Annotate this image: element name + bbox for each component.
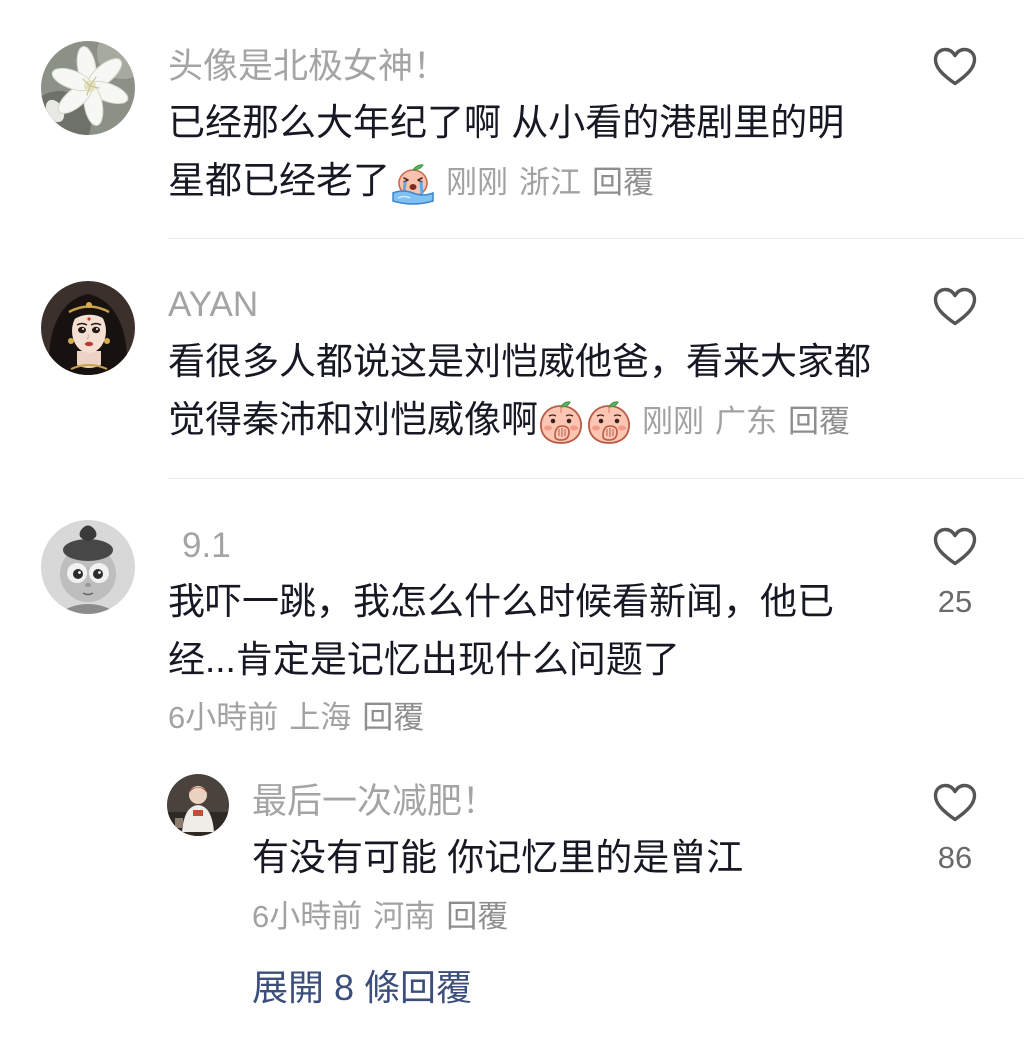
avatar[interactable]: [167, 774, 229, 836]
crying-peach-emoji-image: [392, 164, 434, 205]
comment-time: 6小時前: [168, 700, 279, 735]
comment-meta: 刚刚 浙江 回覆: [446, 165, 654, 200]
heart-outline-icon: [933, 287, 977, 326]
cover-mouth-peach-emoji: [586, 399, 632, 445]
avatar[interactable]: [41, 281, 135, 375]
comment-time: 刚刚: [642, 404, 704, 439]
cover-mouth-peach-emoji-image: [588, 401, 630, 445]
reply-text: 有没有可能 你记忆里的是曾江: [252, 837, 744, 878]
comment-location: 浙江: [519, 165, 581, 200]
illustrated-woman-avatar-image: [41, 281, 135, 375]
reply-button[interactable]: 回覆: [788, 404, 850, 439]
comment-meta: 6小時前 上海 回覆: [168, 696, 424, 740]
divider: [168, 238, 1024, 239]
divider: [168, 478, 1024, 479]
heart-outline-icon: [933, 527, 977, 566]
comment-username[interactable]: 9.1: [168, 524, 231, 568]
reply-meta: 6小時前 河南 回覆: [252, 895, 508, 939]
like-button[interactable]: [933, 527, 977, 567]
avatar[interactable]: [41, 520, 135, 614]
heart-outline-icon: [933, 783, 977, 822]
avatar[interactable]: [41, 41, 135, 135]
reply-location: 河南: [373, 899, 436, 934]
reply-time: 6小時前: [252, 899, 363, 934]
comment-location: 上海: [289, 700, 352, 735]
comment-time: 刚刚: [446, 165, 508, 200]
expand-replies-button[interactable]: 展開 8 條回覆: [252, 966, 472, 1010]
cartoon-girl-avatar-image: [41, 520, 135, 614]
reply-username[interactable]: 最后一次减肥！: [252, 780, 497, 824]
reply-button[interactable]: 回覆: [362, 700, 424, 735]
cover-mouth-peach-emoji: [538, 399, 584, 445]
like-count: 86: [937, 840, 973, 875]
reply-button[interactable]: 回覆: [592, 165, 654, 200]
comment-text-block: 已经那么大年纪了啊 从小看的港剧里的明星都已经老了 刚刚 浙江 回覆: [168, 94, 876, 212]
comment-username[interactable]: AYAN: [168, 283, 258, 327]
comment-text: 我吓一跳，我怎么什么时候看新闻，他已经...肯定是记忆出现什么问题了: [168, 581, 834, 680]
like-button[interactable]: [933, 47, 977, 87]
like-button[interactable]: [933, 783, 977, 823]
person-photo-avatar-image: [167, 774, 229, 836]
crying-peach-emoji: [390, 160, 436, 206]
like-count: 25: [937, 584, 973, 619]
comment-text-block: 看很多人都说这是刘恺威他爸，看来大家都觉得秦沛和刘恺威像啊 刚刚 广东 回覆: [168, 333, 876, 451]
comment-text-block: 我吓一跳，我怎么什么时候看新闻，他已经...肯定是记忆出现什么问题了: [168, 573, 876, 689]
flower-avatar-image: [41, 41, 135, 135]
heart-outline-icon: [933, 47, 977, 86]
cover-mouth-peach-emoji-image: [540, 401, 582, 445]
reply-button[interactable]: 回覆: [446, 899, 508, 934]
comment-meta: 刚刚 广东 回覆: [642, 404, 850, 439]
like-button[interactable]: [933, 287, 977, 327]
comment-username[interactable]: 头像是北极女神！: [168, 45, 448, 89]
comment-location: 广东: [715, 404, 777, 439]
